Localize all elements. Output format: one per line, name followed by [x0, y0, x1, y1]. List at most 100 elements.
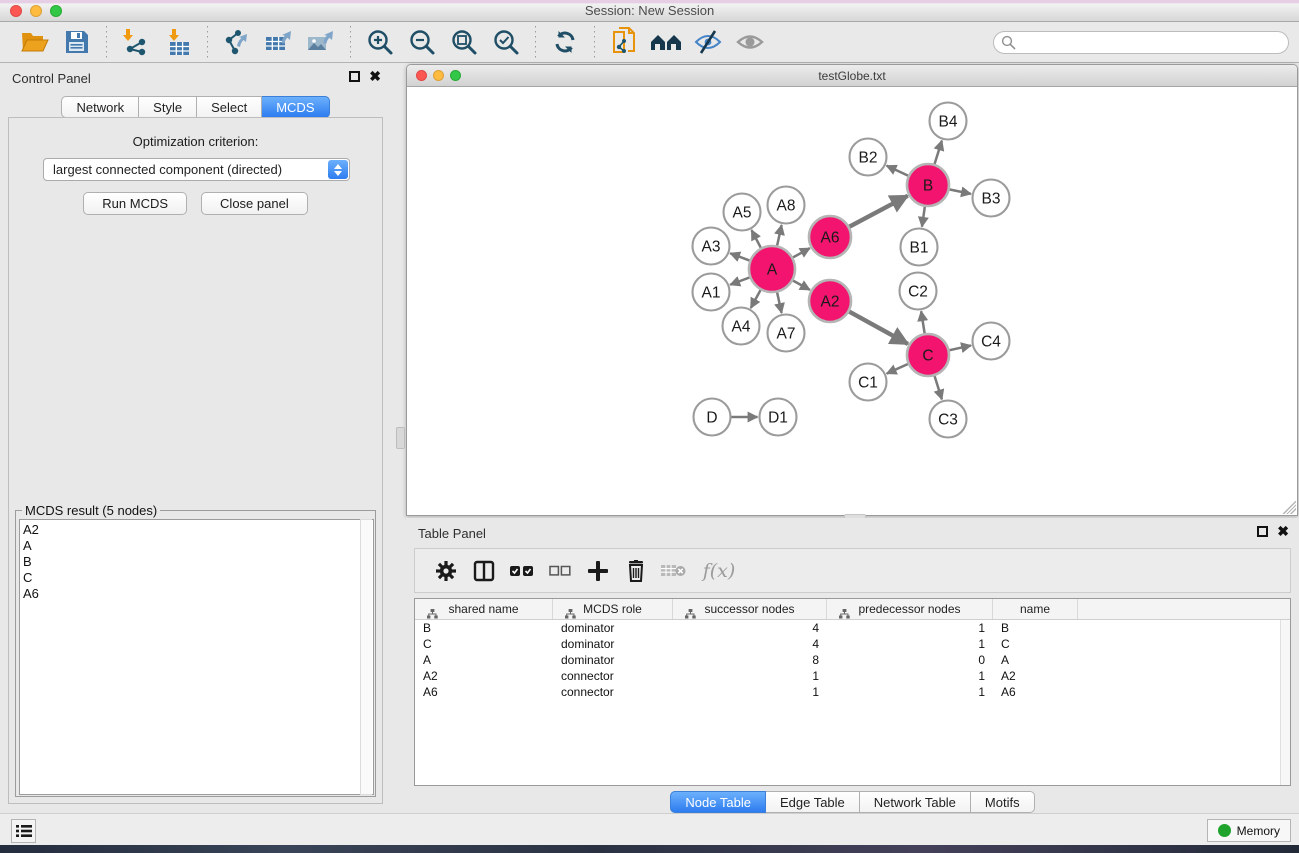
columns-icon[interactable]	[469, 556, 499, 586]
node-A7[interactable]: A7	[768, 315, 805, 352]
cell-predecessor-nodes[interactable]: 1	[827, 669, 993, 683]
cell-predecessor-nodes[interactable]: 1	[827, 685, 993, 699]
node-A4[interactable]: A4	[723, 308, 760, 345]
search-input[interactable]	[993, 31, 1289, 54]
show-hidden-icon[interactable]	[733, 25, 767, 59]
node-A1[interactable]: A1	[693, 274, 730, 311]
show-networks-icon[interactable]	[649, 25, 683, 59]
table-row[interactable]: Bdominator41B	[415, 620, 1290, 636]
deselect-all-icon[interactable]	[545, 556, 575, 586]
node-table[interactable]: shared nameMCDS rolesuccessor nodesprede…	[414, 598, 1291, 786]
dropdown-stepper-icon[interactable]	[328, 160, 348, 179]
cell-successor-nodes[interactable]: 4	[673, 621, 827, 635]
node-C1[interactable]: C1	[850, 364, 887, 401]
cell-predecessor-nodes[interactable]: 1	[827, 621, 993, 635]
node-A3[interactable]: A3	[693, 228, 730, 265]
cell-predecessor-nodes[interactable]: 1	[827, 637, 993, 651]
open-file-icon[interactable]	[18, 25, 52, 59]
zoom-fit-icon[interactable]	[447, 25, 481, 59]
float-panel-icon[interactable]	[349, 71, 360, 82]
node-A2[interactable]: A2	[809, 280, 851, 322]
node-B3[interactable]: B3	[973, 180, 1010, 217]
cell-name[interactable]: C	[993, 637, 1078, 651]
cell-name[interactable]: A6	[993, 685, 1078, 699]
hide-selected-icon[interactable]	[691, 25, 725, 59]
node-B[interactable]: B	[907, 164, 949, 206]
task-history-button[interactable]	[11, 819, 36, 843]
table-row[interactable]: Cdominator41C	[415, 636, 1290, 652]
column-header-predecessor-nodes[interactable]: predecessor nodes	[827, 599, 993, 619]
node-C2[interactable]: C2	[900, 273, 937, 310]
zoom-out-icon[interactable]	[405, 25, 439, 59]
import-table-icon[interactable]	[161, 25, 195, 59]
node-A[interactable]: A	[749, 246, 795, 292]
table-row[interactable]: A2connector11A2	[415, 668, 1290, 684]
criterion-dropdown[interactable]: largest connected component (directed)	[43, 158, 350, 181]
node-A5[interactable]: A5	[724, 194, 761, 231]
refresh-icon[interactable]	[548, 25, 582, 59]
node-A8[interactable]: A8	[768, 187, 805, 224]
run-mcds-button[interactable]: Run MCDS	[83, 192, 187, 215]
tab-edge-table[interactable]: Edge Table	[766, 791, 860, 813]
tab-network[interactable]: Network	[61, 96, 139, 118]
cell-successor-nodes[interactable]: 1	[673, 685, 827, 699]
cell-predecessor-nodes[interactable]: 0	[827, 653, 993, 667]
network-canvas[interactable]: B4B2BB3A8A5A6A3B1AA1C2A2A4A7C4CC1DD1C3	[407, 87, 1297, 515]
cell-shared-name[interactable]: A2	[415, 669, 553, 683]
cell-successor-nodes[interactable]: 1	[673, 669, 827, 683]
delete-icon[interactable]	[621, 556, 651, 586]
cell-shared-name[interactable]: A6	[415, 685, 553, 699]
node-B2[interactable]: B2	[850, 139, 887, 176]
select-all-icon[interactable]	[507, 556, 537, 586]
float-table-panel-icon[interactable]	[1257, 526, 1268, 537]
mcds-result-list[interactable]: A2ABCA6	[19, 519, 374, 795]
tab-mcds[interactable]: MCDS	[262, 96, 329, 118]
mcds-result-item[interactable]: A	[23, 538, 373, 554]
tab-node-table[interactable]: Node Table	[670, 791, 766, 813]
tab-motifs[interactable]: Motifs	[971, 791, 1035, 813]
delete-table-icon[interactable]	[659, 556, 689, 586]
network-window-titlebar[interactable]: testGlobe.txt	[407, 65, 1297, 87]
node-A6[interactable]: A6	[809, 216, 851, 258]
cell-shared-name[interactable]: C	[415, 637, 553, 651]
mcds-result-item[interactable]: B	[23, 554, 373, 570]
node-B1[interactable]: B1	[901, 229, 938, 266]
table-row[interactable]: Adominator80A	[415, 652, 1290, 668]
cell-MCDS-role[interactable]: dominator	[553, 637, 673, 651]
tab-style[interactable]: Style	[139, 96, 197, 118]
mcds-result-item[interactable]: C	[23, 570, 373, 586]
table-row[interactable]: A6connector11A6	[415, 684, 1290, 700]
panel-divider-grip[interactable]	[396, 427, 405, 449]
cell-MCDS-role[interactable]: dominator	[553, 653, 673, 667]
table-scrollbar[interactable]	[1280, 620, 1290, 785]
cell-MCDS-role[interactable]: dominator	[553, 621, 673, 635]
export-table-icon[interactable]	[262, 25, 296, 59]
gear-icon[interactable]	[431, 556, 461, 586]
mcds-result-item[interactable]: A2	[23, 522, 373, 538]
new-network-from-selection-icon[interactable]	[607, 25, 641, 59]
memory-button[interactable]: Memory	[1207, 819, 1291, 842]
close-panel-icon[interactable]: ✖	[369, 71, 381, 82]
column-header-name[interactable]: name	[993, 599, 1078, 619]
mcds-result-item[interactable]: A6	[23, 586, 373, 602]
column-header-shared-name[interactable]: shared name	[415, 599, 553, 619]
cell-shared-name[interactable]: B	[415, 621, 553, 635]
column-header-successor-nodes[interactable]: successor nodes	[673, 599, 827, 619]
cell-name[interactable]: B	[993, 621, 1078, 635]
zoom-in-icon[interactable]	[363, 25, 397, 59]
close-table-panel-icon[interactable]: ✖	[1277, 526, 1289, 537]
cell-successor-nodes[interactable]: 4	[673, 637, 827, 651]
import-network-icon[interactable]	[119, 25, 153, 59]
tab-select[interactable]: Select	[197, 96, 262, 118]
node-D1[interactable]: D1	[760, 399, 797, 436]
node-D[interactable]: D	[694, 399, 731, 436]
cell-successor-nodes[interactable]: 8	[673, 653, 827, 667]
node-C3[interactable]: C3	[930, 401, 967, 438]
window-resize-gripper[interactable]	[1283, 501, 1296, 514]
cell-shared-name[interactable]: A	[415, 653, 553, 667]
zoom-selected-icon[interactable]	[489, 25, 523, 59]
cell-name[interactable]: A2	[993, 669, 1078, 683]
network-graph[interactable]: B4B2BB3A8A5A6A3B1AA1C2A2A4A7C4CC1DD1C3	[407, 87, 1297, 515]
save-session-icon[interactable]	[60, 25, 94, 59]
export-network-icon[interactable]	[220, 25, 254, 59]
